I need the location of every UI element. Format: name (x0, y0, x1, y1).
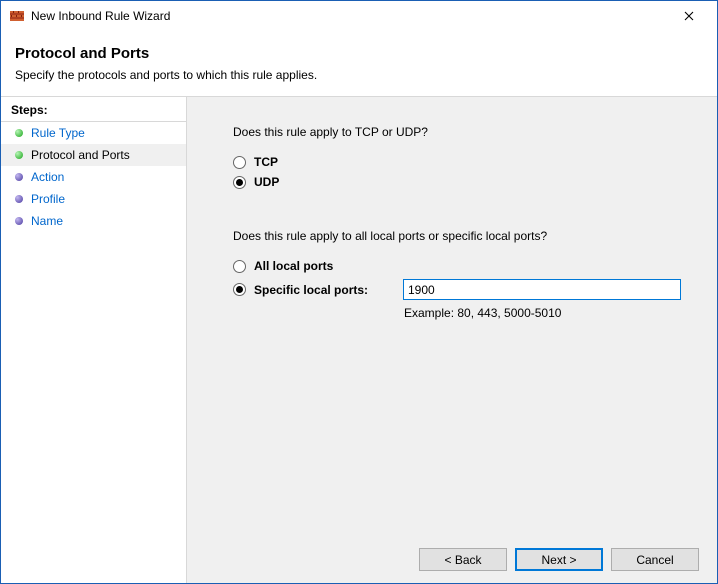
radio-label: TCP (254, 155, 278, 169)
wizard-window: New Inbound Rule Wizard Protocol and Por… (0, 0, 718, 584)
step-protocol-and-ports[interactable]: Protocol and Ports (1, 144, 186, 166)
step-label: Protocol and Ports (31, 148, 130, 162)
wizard-header: Protocol and Ports Specify the protocols… (1, 31, 717, 96)
radio-specific-local-ports[interactable]: Specific local ports: (233, 283, 403, 297)
firewall-icon (9, 8, 25, 24)
close-button[interactable] (667, 2, 711, 30)
step-label: Rule Type (31, 126, 85, 140)
radio-icon (233, 283, 246, 296)
step-rule-type[interactable]: Rule Type (1, 122, 186, 144)
radio-all-local-ports[interactable]: All local ports (233, 259, 403, 273)
step-name[interactable]: Name (1, 210, 186, 232)
cancel-button[interactable]: Cancel (611, 548, 699, 571)
titlebar: New Inbound Rule Wizard (1, 1, 717, 31)
page-description: Specify the protocols and ports to which… (15, 68, 717, 82)
ports-question: Does this rule apply to all local ports … (233, 229, 699, 243)
step-action[interactable]: Action (1, 166, 186, 188)
back-button[interactable]: < Back (419, 548, 507, 571)
bullet-icon (15, 217, 23, 225)
step-label: Action (31, 170, 64, 184)
step-profile[interactable]: Profile (1, 188, 186, 210)
radio-tcp[interactable]: TCP (233, 155, 699, 169)
step-label: Profile (31, 192, 65, 206)
steps-sidebar: Steps: Rule Type Protocol and Ports Acti… (1, 97, 187, 583)
radio-icon (233, 156, 246, 169)
radio-text: Specific local ports: (254, 283, 368, 297)
next-button[interactable]: Next > (515, 548, 603, 571)
bullet-icon (15, 195, 23, 203)
bullet-icon (15, 173, 23, 181)
window-title: New Inbound Rule Wizard (31, 9, 667, 23)
radio-udp[interactable]: UDP (233, 175, 699, 189)
wizard-body: Steps: Rule Type Protocol and Ports Acti… (1, 96, 717, 583)
radio-label: UDP (254, 175, 279, 189)
protocol-question: Does this rule apply to TCP or UDP? (233, 125, 699, 139)
page-title: Protocol and Ports (15, 45, 717, 62)
wizard-buttons: < Back Next > Cancel (419, 548, 699, 571)
step-label: Name (31, 214, 63, 228)
steps-heading: Steps: (1, 99, 186, 122)
bullet-icon (15, 129, 23, 137)
specific-ports-input[interactable] (403, 279, 681, 300)
bullet-icon (15, 151, 23, 159)
radio-icon (233, 260, 246, 273)
wizard-content: Does this rule apply to TCP or UDP? TCP … (187, 97, 717, 583)
ports-example: Example: 80, 443, 5000-5010 (404, 306, 699, 320)
radio-text: All local ports (254, 259, 333, 273)
radio-icon (233, 176, 246, 189)
